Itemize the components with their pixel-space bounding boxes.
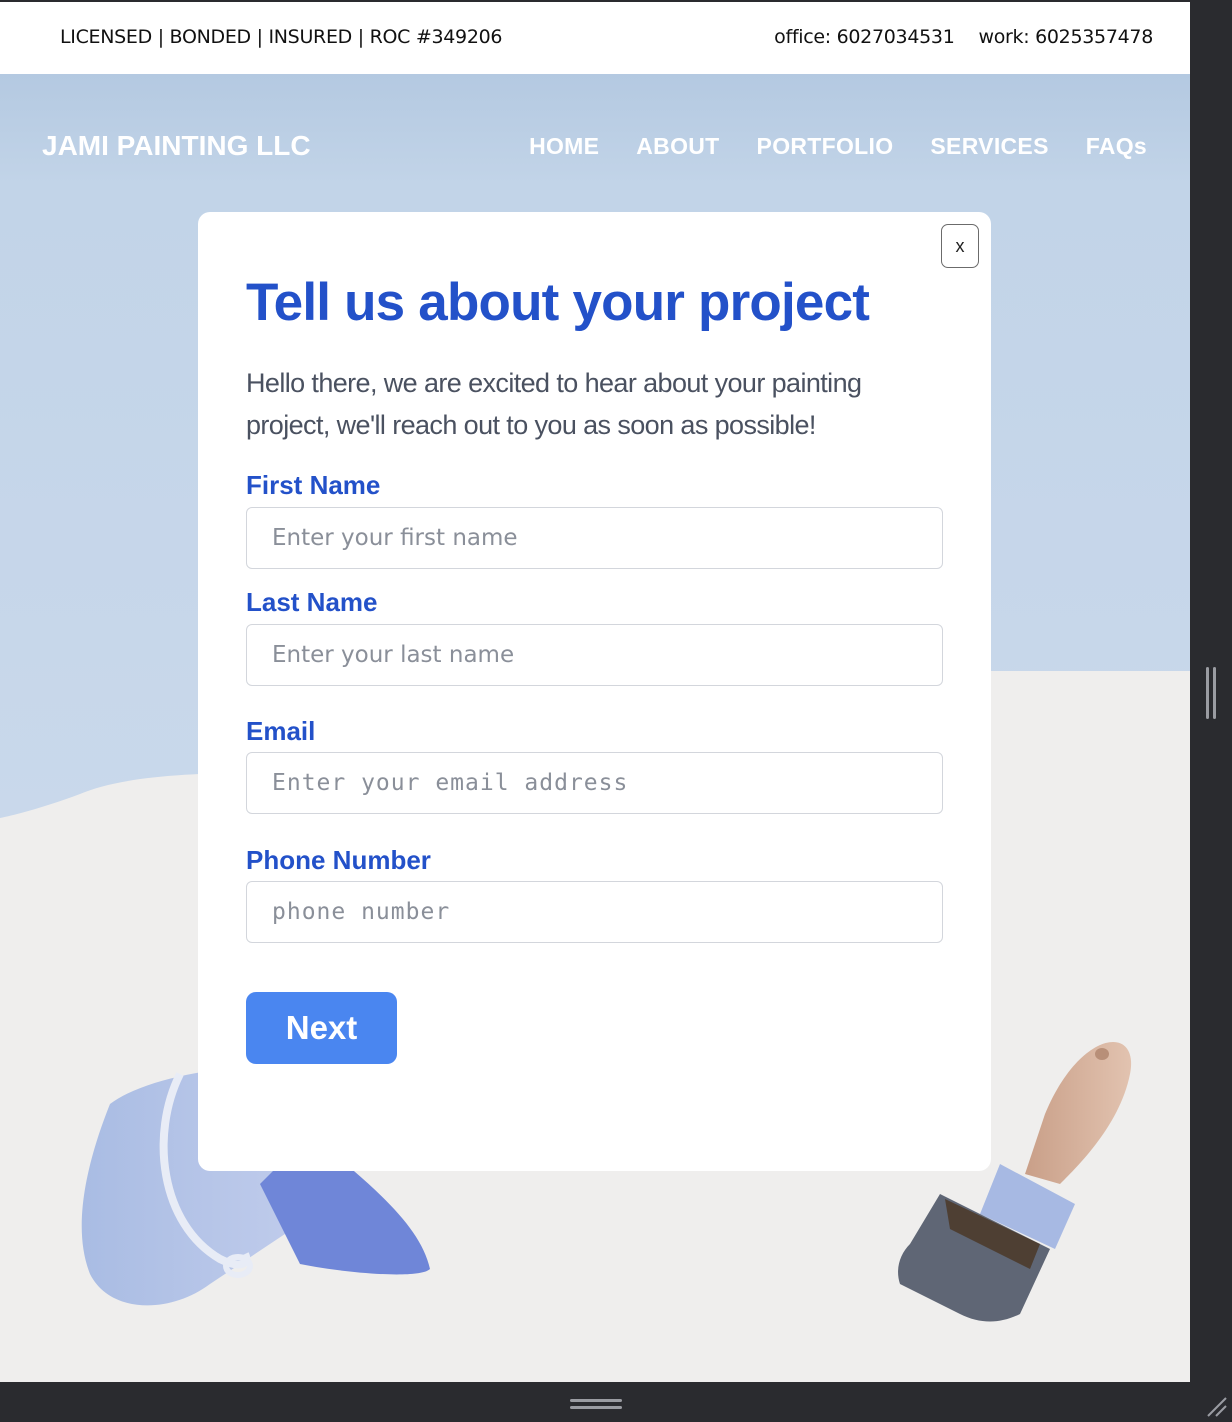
nav-services[interactable]: SERVICES bbox=[930, 133, 1048, 160]
email-label: Email bbox=[246, 716, 316, 746]
work-phone[interactable]: work: 6025357478 bbox=[978, 26, 1153, 48]
close-button[interactable]: x bbox=[941, 224, 979, 268]
contact-phones: office: 6027034531 work: 6025357478 bbox=[774, 26, 1153, 48]
nav-faqs[interactable]: FAQs bbox=[1086, 133, 1147, 160]
nav-home[interactable]: HOME bbox=[529, 133, 599, 160]
first-name-label: First Name bbox=[246, 470, 381, 500]
last-name-input[interactable] bbox=[246, 624, 943, 686]
next-button[interactable]: Next bbox=[246, 992, 397, 1064]
license-text: LICENSED | BONDED | INSURED | ROC #34920… bbox=[60, 26, 503, 48]
office-phone[interactable]: office: 6027034531 bbox=[774, 26, 955, 48]
modal-intro: Hello there, we are excited to hear abou… bbox=[246, 368, 862, 440]
brand-logo[interactable]: JAMI PAINTING LLC bbox=[42, 130, 311, 162]
phone-label: Phone Number bbox=[246, 845, 431, 875]
nav-about[interactable]: ABOUT bbox=[636, 133, 719, 160]
first-name-input[interactable] bbox=[246, 507, 943, 569]
main-nav: HOME ABOUT PORTFOLIO SERVICES FAQs bbox=[529, 133, 1147, 160]
last-name-label: Last Name bbox=[246, 587, 378, 617]
project-form-modal: x Tell us about your project Hello there… bbox=[198, 212, 991, 1171]
horizontal-grip-icon[interactable] bbox=[570, 1398, 622, 1410]
email-input[interactable] bbox=[246, 752, 943, 814]
modal-title: Tell us about your project bbox=[246, 273, 870, 332]
resize-handle-icon[interactable] bbox=[1204, 1394, 1228, 1418]
browser-viewport: LICENSED | BONDED | INSURED | ROC #34920… bbox=[0, 0, 1190, 1382]
phone-input[interactable] bbox=[246, 881, 943, 943]
top-info-bar: LICENSED | BONDED | INSURED | ROC #34920… bbox=[0, 0, 1190, 74]
nav-portfolio[interactable]: PORTFOLIO bbox=[757, 133, 894, 160]
vertical-grip-icon[interactable] bbox=[1205, 667, 1217, 719]
